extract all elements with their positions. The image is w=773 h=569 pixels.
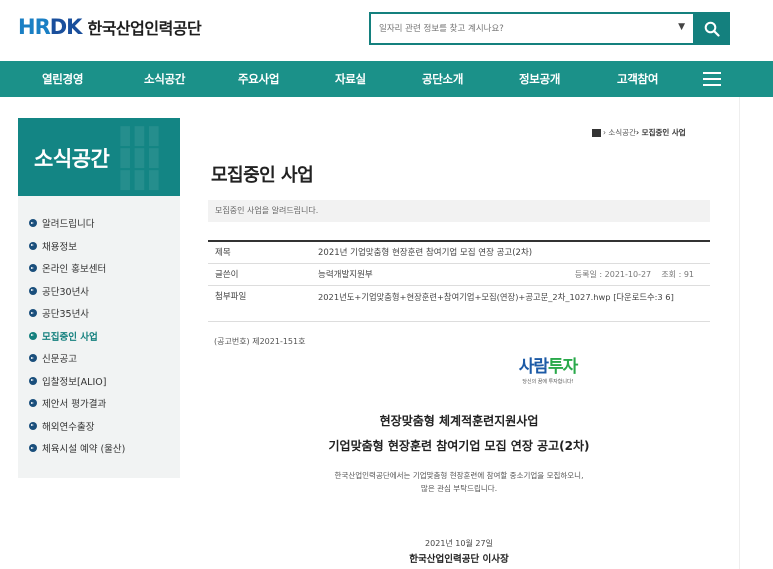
- brand-mark: 사람투자: [518, 357, 579, 377]
- arrow-icon: [29, 241, 37, 250]
- nav-item-resources[interactable]: 자료실: [335, 61, 366, 97]
- logo-text: 한국산업인력공단: [87, 19, 202, 38]
- content-body-line: 많은 관심 부탁드립니다.: [420, 484, 498, 493]
- table-row: 첨부파일 2021년도+기업맞춤형+현장훈련+참여기업+모집(연장)+공고문_2…: [208, 286, 710, 322]
- site-logo[interactable]: HRDK 한국산업인력공단: [18, 15, 202, 39]
- nav-item-open-management[interactable]: 열린경영: [42, 61, 83, 97]
- nav-item-disclosure[interactable]: 정보공개: [519, 61, 560, 97]
- search-icon: [704, 21, 720, 37]
- table-row: 글쓴이 능력개발지원부 등록일 : 2021-10-27 조회 : 91: [208, 264, 710, 286]
- title-label: 제목: [215, 248, 231, 258]
- breadcrumb-current: › 모집중인 사업: [635, 128, 686, 137]
- nav-item-participation[interactable]: 고객참여: [617, 61, 658, 97]
- search-input[interactable]: [379, 14, 659, 43]
- sidebar-item-pr-center[interactable]: 온라인 홍보센터: [29, 257, 125, 280]
- post-title: 2021년 기업맞춤형 현장훈련 참여기업 모집 연장 공고(2차): [318, 248, 533, 258]
- sidebar-header: ▮▮▮ ▮▮▮ ▮▮▮ 소식공간: [18, 118, 180, 196]
- attachment-link[interactable]: 2021년도+기업맞춤형+현장훈련+참여기업+모집(연장)+공고문_2차_102…: [318, 291, 702, 303]
- arrow-icon: [29, 399, 37, 408]
- breadcrumb: › 소식공간 › 모집중인 사업: [592, 127, 686, 138]
- post-meta: 등록일 : 2021-10-27 조회 : 91: [575, 264, 694, 286]
- nav-item-news[interactable]: 소식공간: [144, 61, 185, 97]
- brand-slogan: 당신의 꿈에 투자합니다!: [522, 379, 574, 385]
- sidebar-item-notices[interactable]: 알려드립니다: [29, 212, 125, 235]
- site-header: HRDK 한국산업인력공단 ▼: [0, 0, 773, 60]
- menu-icon[interactable]: [703, 72, 721, 86]
- content-subheading: 기업맞춤형 현장훈련 참여기업 모집 연장 공고(2차): [328, 439, 590, 453]
- attachment-label: 첨부파일: [215, 292, 247, 302]
- table-row: 제목 2021년 기업맞춤형 현장훈련 참여기업 모집 연장 공고(2차): [208, 242, 710, 264]
- watermark-logo: ▮▮▮ ▮▮▮ ▮▮▮: [118, 120, 161, 194]
- notice-number: (공고번호) 제2021-151호: [214, 337, 306, 346]
- nav-item-about[interactable]: 공단소개: [422, 61, 463, 97]
- home-icon[interactable]: [592, 128, 601, 137]
- divider: [739, 97, 740, 569]
- page-title: 모집중인 사업: [211, 165, 314, 186]
- sidebar-item-history-35[interactable]: 공단35년사: [29, 302, 125, 325]
- author-label: 글쓴이: [215, 270, 239, 280]
- sidebar-item-bidding[interactable]: 입찰정보[ALIO]: [29, 370, 125, 393]
- sidebar-item-history-30[interactable]: 공단30년사: [29, 280, 125, 303]
- announcement-signer: 한국산업인력공단 이사장: [409, 554, 509, 565]
- logo-mark: HRDK: [18, 15, 82, 39]
- sidebar-item-jobs[interactable]: 채용정보: [29, 235, 125, 258]
- content-heading: 현장맞춤형 체계적훈련지원사업: [379, 414, 539, 428]
- arrow-icon: [29, 219, 37, 228]
- arrow-icon: [29, 309, 37, 318]
- arrow-icon: [29, 376, 37, 385]
- page-description: 모집중인 사업을 알려드립니다.: [208, 200, 710, 222]
- search-box: ▼: [369, 12, 695, 45]
- people-invest-logo: 사람투자 당신의 꿈에 투자합니다!: [513, 352, 583, 385]
- caret-down-icon[interactable]: ▼: [678, 22, 685, 32]
- main-nav: 열린경영 소식공간 주요사업 자료실 공단소개 정보공개 고객참여: [0, 61, 773, 97]
- post-info-table: 제목 2021년 기업맞춤형 현장훈련 참여기업 모집 연장 공고(2차) 글쓴…: [208, 240, 710, 322]
- announcement-date: 2021년 10월 27일: [425, 539, 493, 548]
- arrow-icon: [29, 331, 37, 340]
- arrow-icon: [29, 264, 37, 273]
- content-body-line: 한국산업인력공단에서는 기업맞춤형 현장훈련에 참여할 중소기업을 모집하오니,: [334, 471, 584, 480]
- arrow-icon: [29, 286, 37, 295]
- nav-item-main-business[interactable]: 주요사업: [238, 61, 279, 97]
- search-button[interactable]: [694, 12, 730, 45]
- post-date: 등록일 : 2021-10-27: [574, 270, 652, 279]
- arrow-icon: [29, 354, 37, 363]
- sidebar-title: 소식공간: [34, 147, 110, 171]
- sidebar-item-recruiting-projects[interactable]: 모집중인 사업: [29, 325, 125, 348]
- breadcrumb-parent[interactable]: › 소식공간: [603, 127, 636, 138]
- post-views: 조회 : 91: [661, 270, 694, 279]
- sidebar-item-newspaper[interactable]: 신문공고: [29, 347, 125, 370]
